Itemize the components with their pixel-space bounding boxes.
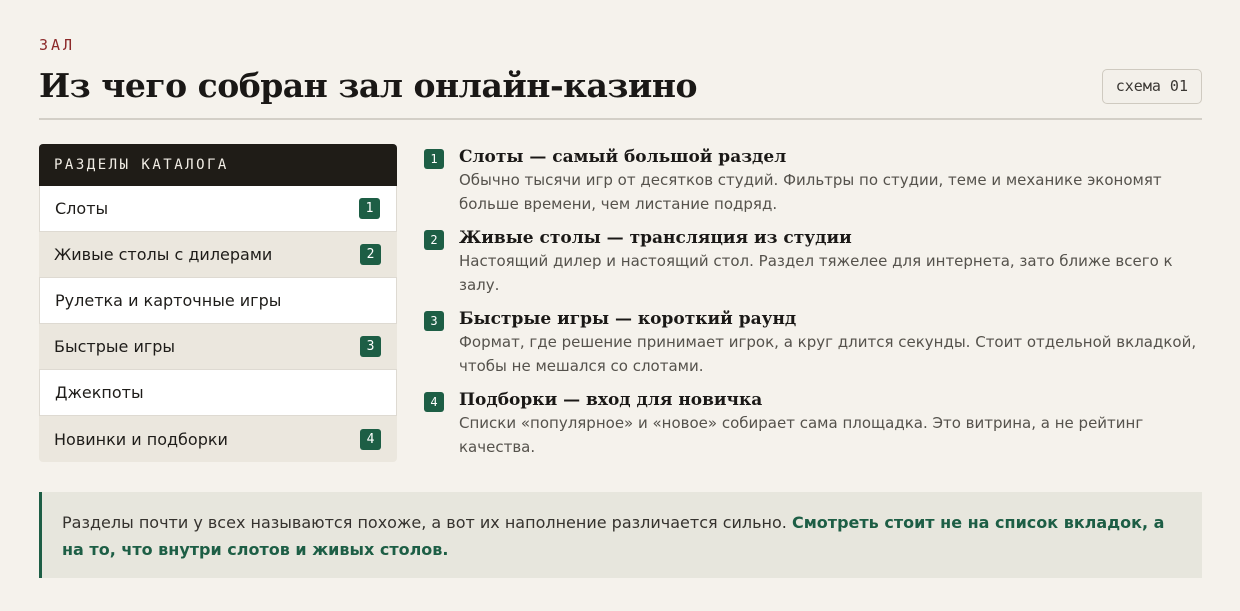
item-number-badge: 3 — [424, 311, 444, 331]
catalog-item-label: Слоты — [55, 199, 109, 218]
section-descriptions: 1 Слоты — самый большой раздел Обычно ты… — [424, 146, 1204, 470]
section-eyebrow: ЗАЛ — [39, 36, 76, 54]
item-description: Формат, где решение принимает игрок, а к… — [459, 333, 1197, 375]
catalog-panel: РАЗДЕЛЫ КАТАЛОГА Слоты 1 Живые столы с д… — [39, 144, 397, 462]
list-item: 3 Быстрые игры — короткий раунд Формат, … — [424, 308, 1204, 378]
list-item: 4 Подборки — вход для новичка Списки «по… — [424, 389, 1204, 459]
item-title: Быстрые игры — короткий раунд — [459, 309, 797, 329]
catalog-item-label: Быстрые игры — [54, 337, 176, 356]
catalog-item-badge: 3 — [360, 336, 381, 357]
page-title: Из чего собран зал онлайн-казино — [39, 66, 698, 105]
catalog-item-quick-games[interactable]: Быстрые игры 3 — [39, 324, 397, 370]
catalog-item-label: Рулетка и карточные игры — [55, 291, 282, 310]
catalog-heading: РАЗДЕЛЫ КАТАЛОГА — [39, 144, 397, 186]
note-text: Разделы почти у всех называются похоже, … — [62, 513, 792, 532]
info-note: Разделы почти у всех называются похоже, … — [39, 492, 1202, 578]
item-title: Подборки — вход для новичка — [459, 390, 763, 410]
catalog-item-badge: 2 — [360, 244, 381, 265]
catalog-item-label: Живые столы с дилерами — [54, 245, 273, 264]
scheme-tag: схема 01 — [1101, 69, 1202, 104]
item-description: Настоящий дилер и настоящий стол. Раздел… — [459, 252, 1173, 294]
list-item: 1 Слоты — самый большой раздел Обычно ты… — [424, 146, 1204, 216]
list-item: 2 Живые столы — трансляция из студии Нас… — [424, 227, 1204, 297]
catalog-item-new-collections[interactable]: Новинки и подборки 4 — [39, 416, 397, 462]
item-description: Обычно тысячи игр от десятков студий. Фи… — [459, 171, 1162, 213]
catalog-item-slots[interactable]: Слоты 1 — [39, 186, 397, 232]
item-title: Слоты — самый большой раздел — [459, 147, 787, 167]
item-number-badge: 2 — [424, 230, 444, 250]
catalog-item-jackpots[interactable]: Джекпоты — [39, 370, 397, 416]
item-description: Списки «популярное» и «новое» собирает с… — [459, 414, 1144, 456]
catalog-item-label: Джекпоты — [55, 383, 144, 402]
item-number-badge: 4 — [424, 392, 444, 412]
catalog-item-badge: 4 — [360, 428, 381, 450]
item-number-badge: 1 — [424, 149, 444, 169]
catalog-item-roulette-cards[interactable]: Рулетка и карточные игры — [39, 278, 397, 324]
catalog-item-badge: 1 — [359, 198, 380, 219]
catalog-item-label: Новинки и подборки — [54, 429, 228, 449]
header-divider — [39, 118, 1202, 120]
item-title: Живые столы — трансляция из студии — [459, 228, 852, 248]
catalog-item-live-tables[interactable]: Живые столы с дилерами 2 — [39, 232, 397, 278]
